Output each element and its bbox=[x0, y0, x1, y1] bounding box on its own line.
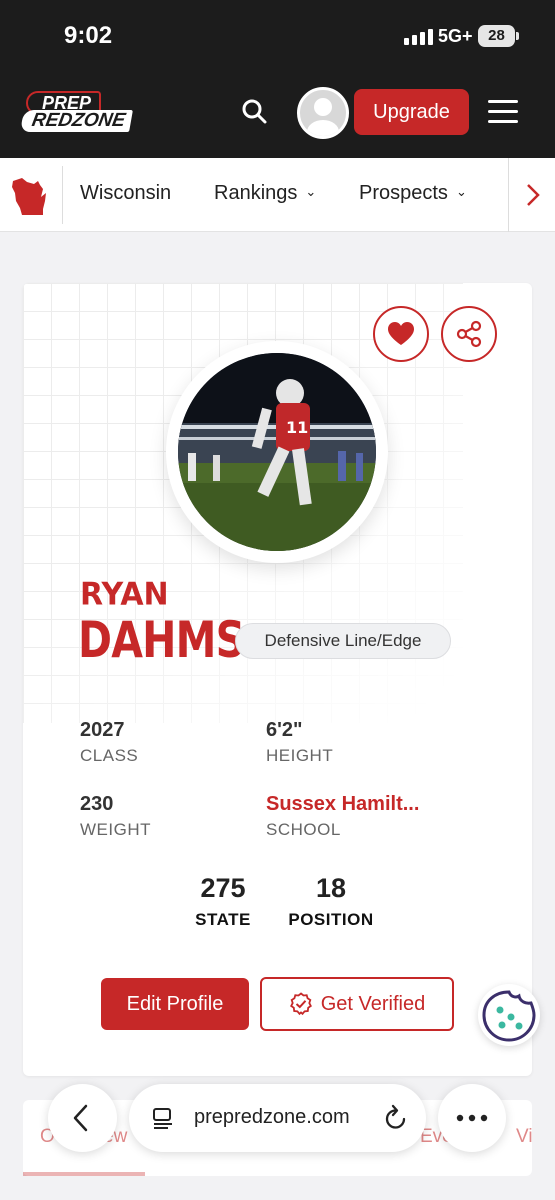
share-button[interactable] bbox=[441, 306, 497, 362]
favorite-button[interactable] bbox=[373, 306, 429, 362]
tab-videos[interactable]: Vi bbox=[516, 1126, 533, 1148]
nav-divider bbox=[62, 166, 63, 224]
chevron-down-icon: ⌄ bbox=[455, 184, 467, 199]
position-rank-label: POSITION bbox=[288, 910, 374, 929]
state-rank-value: 275 bbox=[200, 873, 246, 903]
height-value: 6'2" bbox=[266, 719, 303, 741]
battery-icon: 28 bbox=[478, 25, 519, 47]
active-tab-indicator bbox=[23, 1172, 145, 1176]
chevron-right-icon bbox=[527, 184, 540, 206]
class-value: 2027 bbox=[80, 719, 125, 741]
more-dots-icon bbox=[456, 1114, 488, 1122]
share-icon bbox=[456, 320, 482, 348]
height-label: HEIGHT bbox=[266, 746, 334, 765]
position-badge: Defensive Line/Edge bbox=[235, 623, 451, 659]
network-label: 5G+ bbox=[438, 26, 473, 46]
logo-bottom-text: REDZONE bbox=[20, 110, 133, 132]
weight-value: 230 bbox=[80, 793, 114, 815]
state-rank-label: STATE bbox=[195, 910, 251, 929]
signal-icon bbox=[404, 27, 433, 45]
browser-back-button[interactable] bbox=[48, 1084, 117, 1152]
weight-label: WEIGHT bbox=[80, 820, 151, 839]
chevron-left-icon bbox=[73, 1104, 88, 1132]
status-time: 9:02 bbox=[64, 22, 113, 49]
browser-address-bar[interactable]: prepredzone.com bbox=[129, 1084, 426, 1152]
app-header: PREP REDZONE Upgrade bbox=[0, 75, 555, 158]
nav-item-rankings[interactable]: Rankings ⌄ bbox=[214, 182, 316, 205]
upgrade-button[interactable]: Upgrade bbox=[354, 89, 469, 135]
nav-scroll-right-button[interactable] bbox=[508, 158, 555, 232]
reload-icon[interactable] bbox=[383, 1104, 409, 1132]
wisconsin-state-icon bbox=[10, 175, 50, 217]
status-bar: 9:02 5G+ 28 bbox=[0, 0, 555, 75]
school-label: SCHOOL bbox=[266, 820, 341, 839]
school-link[interactable]: Sussex Hamilt... bbox=[266, 793, 419, 816]
cookie-settings-button[interactable] bbox=[478, 984, 540, 1046]
browser-more-button[interactable] bbox=[438, 1084, 506, 1152]
cookie-icon bbox=[482, 990, 536, 1042]
prep-redzone-logo[interactable]: PREP REDZONE bbox=[20, 89, 150, 135]
svg-text:11: 11 bbox=[286, 418, 308, 437]
page-menu-icon[interactable] bbox=[151, 1106, 175, 1130]
chevron-down-icon: ⌄ bbox=[305, 184, 317, 199]
nav-item-prospects[interactable]: Prospects ⌄ bbox=[359, 182, 467, 205]
menu-icon[interactable] bbox=[488, 100, 518, 124]
get-verified-label: Get Verified bbox=[320, 992, 426, 1015]
nav-item-label: Prospects bbox=[359, 182, 448, 204]
profile-photo: 11 bbox=[178, 353, 376, 551]
player-first-name: RYAN bbox=[80, 576, 169, 613]
state-nav-bar: Wisconsin Rankings ⌄ Prospects ⌄ bbox=[0, 158, 555, 232]
search-icon[interactable] bbox=[240, 97, 270, 127]
edit-profile-button[interactable]: Edit Profile bbox=[101, 978, 249, 1030]
profile-card: 11 RYAN DAHMS Defensive Line/Edge 2027 C… bbox=[23, 283, 532, 1076]
class-label: CLASS bbox=[80, 746, 139, 765]
avatar[interactable] bbox=[297, 87, 349, 139]
verified-badge-icon bbox=[289, 992, 312, 1016]
browser-url: prepredzone.com bbox=[194, 1106, 350, 1128]
player-last-name: DAHMS bbox=[78, 611, 245, 669]
nav-item-wisconsin[interactable]: Wisconsin bbox=[80, 182, 171, 205]
heart-icon bbox=[388, 322, 414, 345]
nav-item-label: Rankings bbox=[214, 182, 298, 204]
get-verified-button[interactable]: Get Verified bbox=[260, 977, 454, 1031]
position-rank-value: 18 bbox=[315, 873, 347, 903]
profile-photo-frame: 11 bbox=[166, 341, 388, 563]
